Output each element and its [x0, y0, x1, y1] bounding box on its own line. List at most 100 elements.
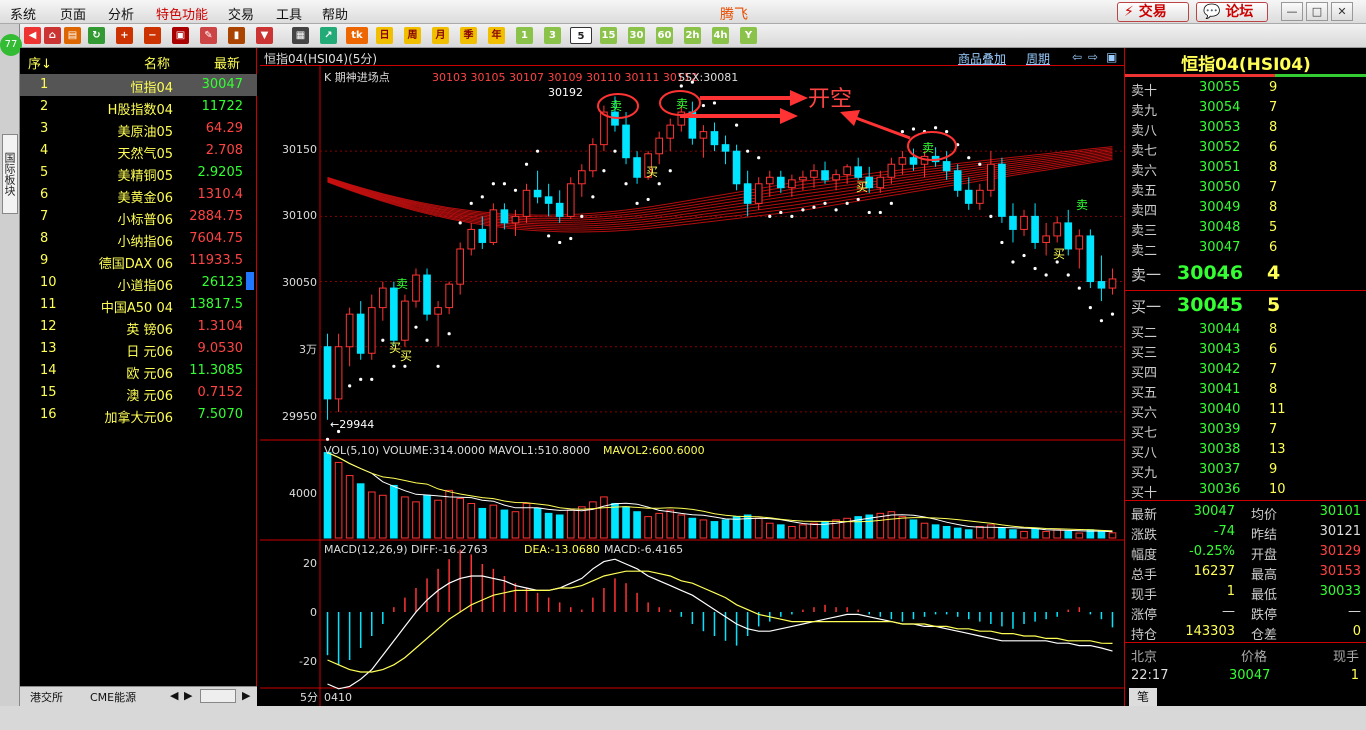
tab-cme-energy[interactable]: CME能源	[90, 689, 136, 705]
period-year-button[interactable]: 年	[488, 27, 505, 44]
watchlist-row[interactable]: 13 日 元06 9.0530	[20, 338, 257, 360]
nav-left-icon[interactable]: ⇦	[1072, 50, 1082, 64]
volume-bar	[511, 511, 520, 539]
watchlist-row[interactable]: 7 小标普06 2884.75	[20, 206, 257, 228]
ask-level[interactable]: 卖二 30047 6	[1125, 238, 1366, 259]
scroll-end-icon[interactable]: ▶	[242, 689, 250, 702]
indicator-icon[interactable]: ↗	[320, 27, 337, 44]
period-y-button[interactable]: Y	[740, 27, 757, 44]
sar-dot	[524, 162, 529, 166]
tick-icon[interactable]: tk	[346, 27, 368, 44]
trade-button[interactable]: ⚡ 交易	[1117, 2, 1189, 22]
menu-tools[interactable]: 工具	[276, 4, 302, 23]
watchlist-row[interactable]: 4 天然气05 2.708	[20, 140, 257, 162]
grid-icon[interactable]: ▦	[292, 27, 309, 44]
maximize-button[interactable]: □	[1306, 2, 1328, 21]
watchlist-row[interactable]: 1 恒指04 30047	[20, 74, 257, 96]
menu-help[interactable]: 帮助	[322, 4, 348, 23]
bid-level[interactable]: 买十 30036 10	[1125, 480, 1366, 501]
overlay-button[interactable]: 商品叠加	[958, 50, 1006, 67]
watchlist-row[interactable]: 9 德国DAX 06 11933.5	[20, 250, 257, 272]
volume-bar	[390, 484, 398, 539]
scroll-right-icon[interactable]: ▶	[184, 689, 192, 702]
header-index[interactable]: 序↓	[28, 53, 52, 72]
close-button[interactable]: ✕	[1331, 2, 1353, 21]
period-month-button[interactable]: 月	[432, 27, 449, 44]
price-chart[interactable]: K 期神进场点 30103 30105 30107 30109 30110 30…	[260, 66, 1124, 706]
tab-ticks[interactable]: 笔	[1129, 688, 1157, 706]
nav-right-icon[interactable]: ⇨	[1088, 50, 1098, 64]
period-30m-button[interactable]: 30	[628, 27, 645, 44]
watchlist-row[interactable]: 14 欧 元06 11.3085	[20, 360, 257, 382]
bid-level[interactable]: 买三 30043 6	[1125, 340, 1366, 361]
ask-level[interactable]: 卖七 30052 6	[1125, 138, 1366, 159]
filter-icon[interactable]: ▼	[256, 27, 273, 44]
period-2h-button[interactable]: 2h	[684, 27, 701, 44]
period-5m-button[interactable]: 5	[570, 27, 592, 44]
minimize-button[interactable]: —	[1281, 2, 1303, 21]
watchlist-row[interactable]: 6 美黄金06 1310.4	[20, 184, 257, 206]
ask-level[interactable]: 卖五 30050 7	[1125, 178, 1366, 199]
report-icon[interactable]: ▤	[64, 27, 81, 44]
menu-trade[interactable]: 交易	[228, 4, 254, 23]
period-quarter-button[interactable]: 季	[460, 27, 477, 44]
bid-level[interactable]: 买九 30037 9	[1125, 460, 1366, 481]
watchlist-row[interactable]: 3 美原油05 64.29	[20, 118, 257, 140]
watchlist-row[interactable]: 11 中国A50 04 13817.5	[20, 294, 257, 316]
period-1m-button[interactable]: 1	[516, 27, 533, 44]
period-15m-button[interactable]: 15	[600, 27, 617, 44]
ask-level[interactable]: 卖六 30051 8	[1125, 158, 1366, 179]
ask-level[interactable]: 卖三 30048 5	[1125, 218, 1366, 239]
refresh-icon[interactable]: ↻	[88, 27, 105, 44]
volume-ma-line	[327, 452, 1113, 532]
menu-special[interactable]: 特色功能	[156, 4, 208, 23]
back-icon[interactable]: ◀	[24, 27, 41, 44]
forum-button[interactable]: 💬 论坛	[1196, 2, 1268, 22]
period-button[interactable]: 周期	[1026, 50, 1050, 67]
menu-system[interactable]: 系统	[10, 4, 36, 23]
period-60m-button[interactable]: 60	[656, 27, 673, 44]
draw-icon[interactable]: ✎	[200, 27, 217, 44]
bid-level[interactable]: 买六 30040 11	[1125, 400, 1366, 421]
sar-dot	[359, 377, 363, 381]
bid-level[interactable]: 买一 30045 5	[1125, 294, 1366, 316]
restore-icon[interactable]: ▣	[1106, 50, 1117, 64]
lock-icon[interactable]: ▮	[228, 27, 245, 44]
header-name[interactable]: 名称	[144, 53, 170, 72]
ask-level[interactable]: 卖十 30055 9	[1125, 78, 1366, 99]
watchlist-row[interactable]: 8 小纳指06 7604.75	[20, 228, 257, 250]
home-icon[interactable]: ⌂	[44, 27, 61, 44]
notification-badge[interactable]: 77	[0, 34, 22, 56]
volume-bar	[555, 514, 564, 539]
period-3m-button[interactable]: 3	[544, 27, 561, 44]
menu-page[interactable]: 页面	[60, 4, 86, 23]
menu-analysis[interactable]: 分析	[108, 4, 134, 23]
horizontal-scrollbar[interactable]	[200, 689, 236, 703]
bid-level[interactable]: 买八 30038 13	[1125, 440, 1366, 461]
period-week-button[interactable]: 周	[404, 27, 421, 44]
watchlist-row[interactable]: 15 澳 元06 0.7152	[20, 382, 257, 404]
macd-axis-label: 0	[310, 606, 317, 619]
watchlist-row[interactable]: 10 小道指06 26123	[20, 272, 257, 294]
bid-level[interactable]: 买五 30041 8	[1125, 380, 1366, 401]
bid-level[interactable]: 买四 30042 7	[1125, 360, 1366, 381]
tab-international-sector[interactable]: 国际板块	[2, 134, 18, 214]
zoom-in-icon[interactable]: +	[116, 27, 133, 44]
watchlist-row[interactable]: 12 英 镑06 1.3104	[20, 316, 257, 338]
watchlist-row[interactable]: 2 H股指数04 11722	[20, 96, 257, 118]
ask-level[interactable]: 卖八 30053 8	[1125, 118, 1366, 139]
zoom-out-icon[interactable]: −	[144, 27, 161, 44]
ask-level[interactable]: 卖九 30054 7	[1125, 98, 1366, 119]
period-4h-button[interactable]: 4h	[712, 27, 729, 44]
scroll-left-icon[interactable]: ◀	[170, 689, 178, 702]
layout-icon[interactable]: ▣	[172, 27, 189, 44]
bid-level[interactable]: 买二 30044 8	[1125, 320, 1366, 341]
period-day-button[interactable]: 日	[376, 27, 393, 44]
header-latest[interactable]: 最新	[214, 53, 240, 72]
ask-level[interactable]: 卖四 30049 8	[1125, 198, 1366, 219]
ask-level[interactable]: 卖一 30046 4	[1125, 262, 1366, 284]
tab-hkex[interactable]: 港交所	[30, 689, 63, 705]
watchlist-row[interactable]: 16 加拿大元06 7.5070	[20, 404, 257, 426]
watchlist-row[interactable]: 5 美精铜05 2.9205	[20, 162, 257, 184]
bid-level[interactable]: 买七 30039 7	[1125, 420, 1366, 441]
